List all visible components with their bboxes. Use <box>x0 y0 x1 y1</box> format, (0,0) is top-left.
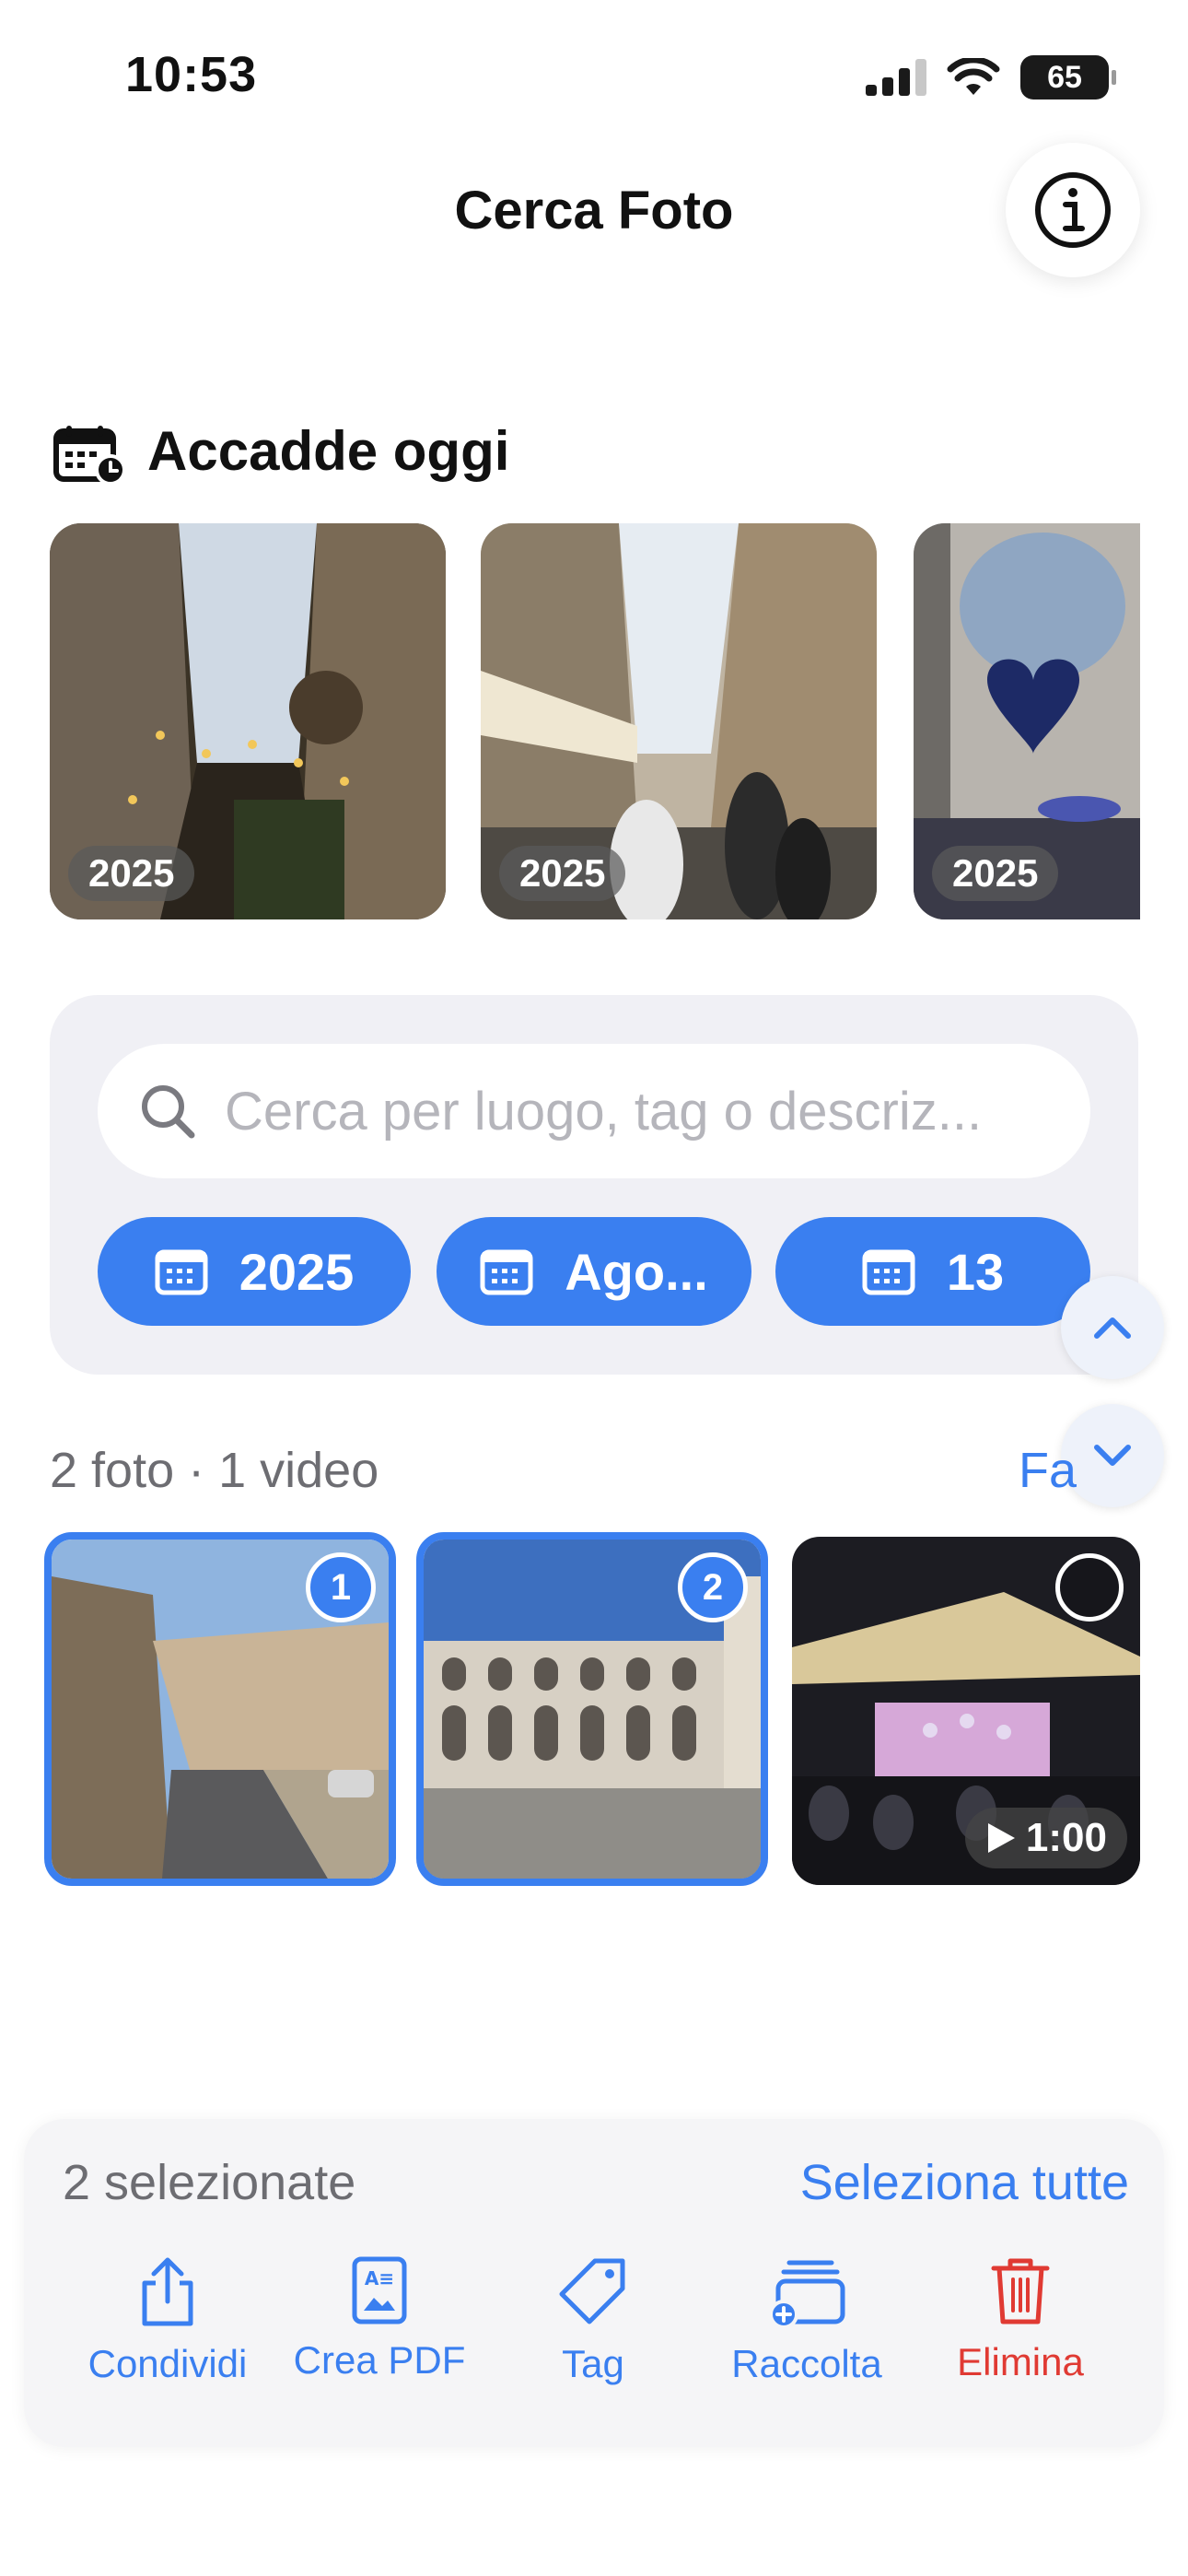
result-count: 2 foto · 1 video <box>50 1443 379 1498</box>
delete-button[interactable]: Elimina <box>910 2255 1131 2384</box>
video-duration: 1:00 <box>964 1808 1127 1868</box>
video-thumbnail[interactable]: 1:00 <box>792 1537 1140 1885</box>
filter-link[interactable]: Fa <box>1019 1442 1077 1499</box>
action-label: Elimina <box>957 2340 1084 2383</box>
trash-icon <box>991 2258 1050 2324</box>
add-to-collection-button[interactable]: Raccolta <box>696 2255 917 2386</box>
memory-card[interactable]: 2025 <box>481 523 877 919</box>
battery-level: 65 <box>1047 59 1082 95</box>
action-label: Tag <box>562 2342 624 2385</box>
action-label: Crea PDF <box>293 2338 466 2382</box>
create-pdf-button[interactable]: A≡ Crea PDF <box>269 2255 490 2383</box>
selection-order-badge: 1 <box>306 1552 376 1622</box>
chip-label: 13 <box>946 1242 1005 1301</box>
calendar-icon <box>480 1249 533 1295</box>
year-badge: 2025 <box>932 846 1059 901</box>
search-icon <box>138 1082 197 1141</box>
search-field[interactable] <box>98 1044 1090 1178</box>
chevron-down-icon <box>1094 1445 1131 1466</box>
day-filter-chip[interactable]: 13 <box>775 1217 1090 1326</box>
chip-label: 2025 <box>239 1242 355 1301</box>
battery-icon: 65 <box>1020 55 1116 100</box>
chip-label: Ago... <box>565 1242 708 1301</box>
wifi-icon <box>947 58 1000 95</box>
calendar-clock-icon <box>53 424 127 489</box>
action-label: Condividi <box>87 2342 248 2385</box>
chevron-up-icon <box>1094 1317 1131 1339</box>
select-all-button[interactable]: Seleziona tutte <box>800 2154 1129 2211</box>
month-filter-chip[interactable]: Ago... <box>437 1217 751 1326</box>
tag-button[interactable]: Tag <box>483 2255 704 2386</box>
status-time: 10:53 <box>125 47 258 102</box>
pdf-document-icon: A≡ <box>352 2256 407 2324</box>
memory-card[interactable]: 2025 <box>914 523 1140 919</box>
play-icon <box>987 1823 1015 1853</box>
selected-count: 2 selezionate <box>63 2155 356 2210</box>
tag-icon <box>559 2258 625 2324</box>
cellular-signal-icon <box>866 59 926 96</box>
search-input[interactable] <box>225 1080 1054 1142</box>
selection-circle[interactable] <box>1055 1553 1124 1622</box>
add-to-collection-icon <box>769 2260 845 2329</box>
photo-thumbnail[interactable]: 2 <box>416 1532 768 1886</box>
action-label: Raccolta <box>731 2342 882 2385</box>
memory-card[interactable]: 2025 <box>50 523 446 919</box>
year-badge: 2025 <box>499 846 626 901</box>
svg-text:A≡: A≡ <box>365 2267 394 2289</box>
section-title: Accadde oggi <box>147 420 510 482</box>
year-filter-chip[interactable]: 2025 <box>98 1217 411 1326</box>
share-button[interactable]: Condividi <box>57 2255 278 2386</box>
share-icon <box>142 2257 193 2326</box>
info-button[interactable] <box>1006 143 1140 277</box>
year-badge: 2025 <box>68 846 195 901</box>
calendar-icon <box>155 1249 208 1295</box>
info-circle-icon <box>1035 172 1111 248</box>
status-icons: 65 <box>866 55 1116 100</box>
calendar-icon <box>862 1249 915 1295</box>
scroll-up-button[interactable] <box>1061 1276 1164 1379</box>
selection-order-badge: 2 <box>678 1552 748 1622</box>
photo-thumbnail[interactable]: 1 <box>44 1532 396 1886</box>
duration-label: 1:00 <box>1025 1815 1107 1860</box>
